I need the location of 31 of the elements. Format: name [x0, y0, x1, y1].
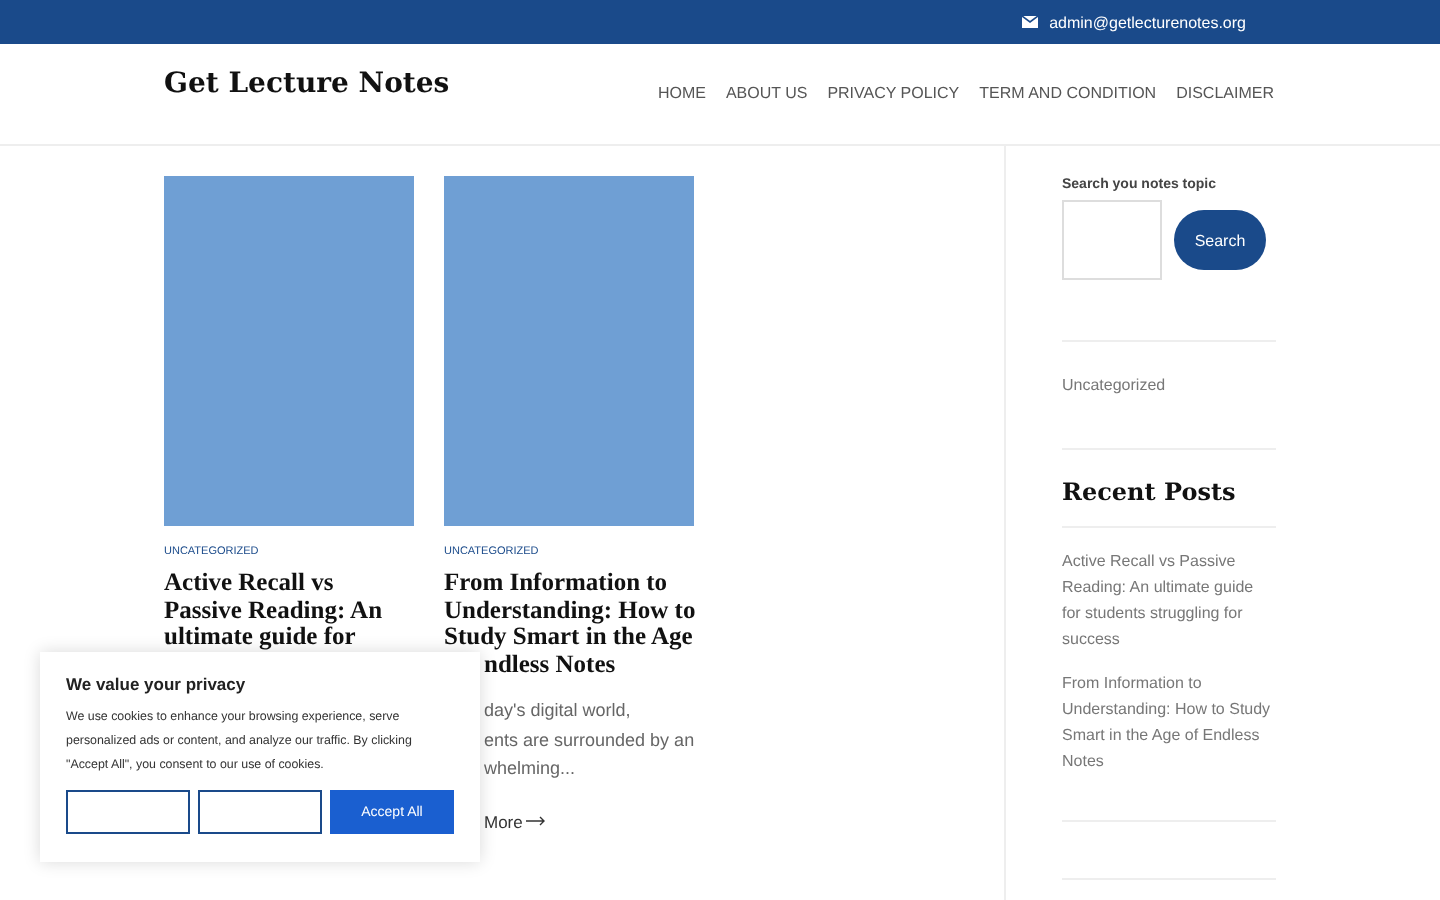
mail-icon: [1021, 16, 1038, 28]
post-excerpt-line: ents are surrounded by an: [484, 727, 695, 754]
search-field[interactable]: [1062, 200, 1162, 280]
post-title-line[interactable]: Passive Reading: An: [164, 597, 383, 624]
post-title-line[interactable]: Understanding: How to: [444, 597, 696, 624]
post-excerpt-line: whelming...: [484, 756, 576, 782]
nav-link[interactable]: DISCLAIMER: [1176, 84, 1274, 112]
nav-link[interactable]: PRIVACY POLICY: [827, 84, 960, 112]
post-title-line[interactable]: From Information to: [444, 570, 668, 597]
post-excerpt-line: day's digital world,: [484, 698, 631, 724]
image-placeholder[interactable]: [444, 176, 694, 526]
email-link[interactable]: admin@getlecturenotes.org: [1049, 13, 1246, 31]
recent-post-link[interactable]: From Information to Understanding: How to Study Smart in the Age of Endless Notes: [1062, 670, 1276, 774]
read-more-link[interactable]: More: [484, 811, 547, 831]
nav-link[interactable]: HOME: [657, 84, 706, 112]
post-title-line[interactable]: Active Recall vs: [164, 570, 334, 597]
widget-title: Recent Posts: [1062, 478, 1238, 506]
recent-post-link[interactable]: Active Recall vs Passive Reading: An ultimate guide for students struggling for success: [1062, 548, 1276, 652]
nav-link[interactable]: TERM AND CONDITION: [979, 84, 1157, 112]
post-title-line[interactable]: ndless Notes: [484, 651, 616, 678]
post-title-line[interactable]: Study Smart in the Age: [444, 624, 693, 651]
category-link[interactable]: Uncategorized: [1062, 372, 1276, 398]
arrow-icon: [526, 816, 547, 826]
search-button[interactable]: Search: [1174, 210, 1266, 270]
dialog-title: We value your privacy: [66, 674, 248, 694]
image-placeholder[interactable]: [164, 176, 414, 526]
post-title-line[interactable]: ultimate guide for: [164, 624, 356, 651]
site-title[interactable]: Get Lecture Notes: [164, 68, 450, 104]
cookie-option-button[interactable]: [198, 790, 322, 834]
nav-link[interactable]: ABOUT US: [725, 84, 808, 112]
cookie-option-button[interactable]: [66, 790, 190, 834]
